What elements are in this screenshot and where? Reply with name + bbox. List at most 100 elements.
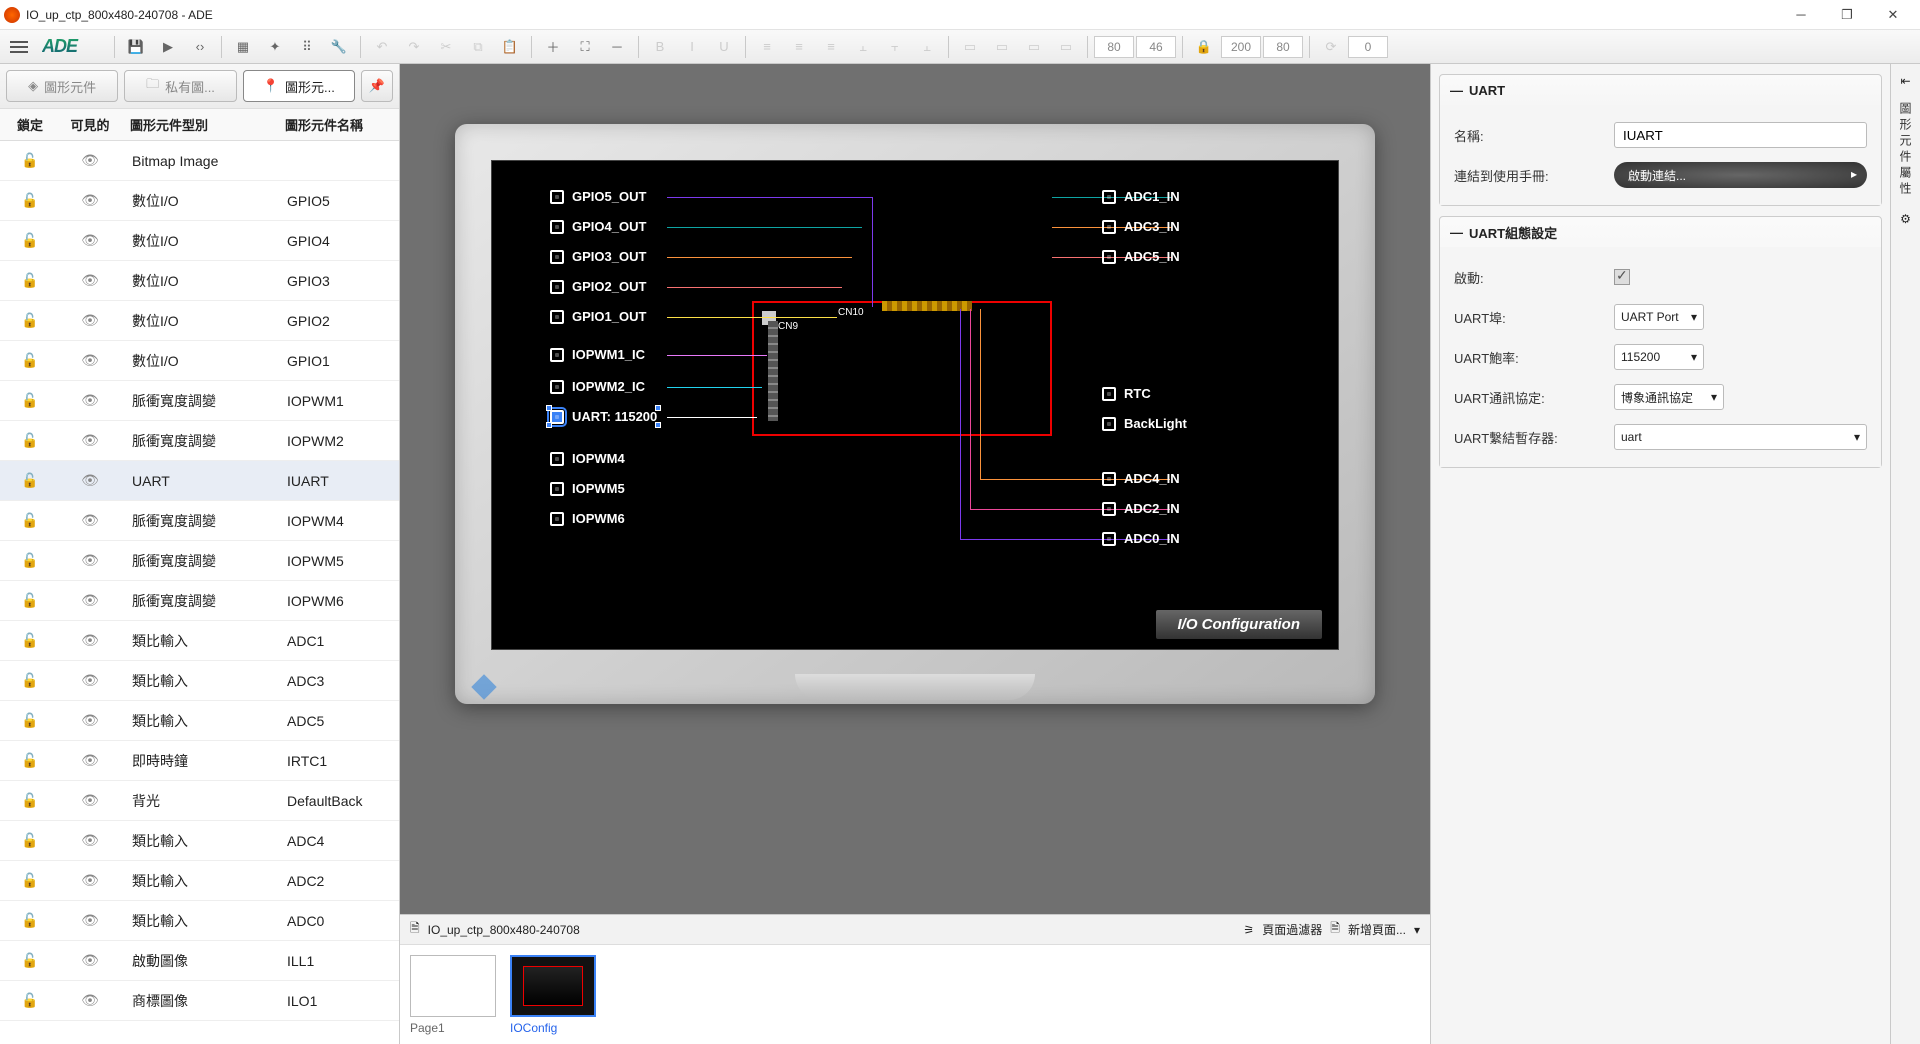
list-item[interactable]: 🔓👁類比輸入ADC3 bbox=[0, 661, 399, 701]
io-label-left[interactable]: IOPWM4 bbox=[550, 451, 625, 466]
list-item[interactable]: 🔓👁脈衝寬度調變IOPWM4 bbox=[0, 501, 399, 541]
align-left-icon[interactable]: ≡ bbox=[752, 33, 782, 61]
eye-icon[interactable]: 👁 bbox=[60, 312, 120, 329]
list-item[interactable]: 🔓👁數位I/OGPIO2 bbox=[0, 301, 399, 341]
lock-icon[interactable]: 🔓 bbox=[0, 392, 60, 409]
chevron-down-icon[interactable]: ▾ bbox=[1414, 923, 1420, 937]
redo-icon[interactable]: ↷ bbox=[399, 33, 429, 61]
lock-icon[interactable]: 🔓 bbox=[0, 312, 60, 329]
list-item[interactable]: 🔓👁UARTIUART bbox=[0, 461, 399, 501]
io-label-left[interactable]: UART: 115200 bbox=[550, 409, 657, 424]
lock-icon[interactable]: 🔓 bbox=[0, 752, 60, 769]
undo-icon[interactable]: ↶ bbox=[367, 33, 397, 61]
copy-icon[interactable]: ⧉ bbox=[463, 33, 493, 61]
front-icon[interactable]: ▭ bbox=[955, 33, 985, 61]
lock-icon[interactable]: 🔓 bbox=[0, 552, 60, 569]
io-label-right[interactable]: ADC1_IN bbox=[1102, 189, 1180, 204]
wrench-icon[interactable]: 🔧 bbox=[324, 33, 354, 61]
eye-icon[interactable]: 👁 bbox=[60, 712, 120, 729]
manual-link-button[interactable]: 啟動連結... bbox=[1614, 162, 1867, 188]
puzzle-icon[interactable]: ✦ bbox=[260, 33, 290, 61]
coord-x[interactable]: 80 bbox=[1094, 36, 1134, 58]
io-label-left[interactable]: GPIO4_OUT bbox=[550, 219, 646, 234]
eye-icon[interactable]: 👁 bbox=[60, 752, 120, 769]
eye-icon[interactable]: 👁 bbox=[60, 992, 120, 1009]
io-label-right[interactable]: ADC2_IN bbox=[1102, 501, 1180, 516]
tab-private[interactable]: 🗀私有圖... bbox=[124, 70, 236, 102]
prop-name-input[interactable] bbox=[1614, 122, 1867, 148]
eye-icon[interactable]: 👁 bbox=[60, 672, 120, 689]
io-label-left[interactable]: GPIO2_OUT bbox=[550, 279, 646, 294]
add-page[interactable]: 新增頁面... bbox=[1348, 921, 1406, 938]
protocol-select[interactable]: 博象通訊協定▾ bbox=[1614, 384, 1724, 410]
lock-icon[interactable]: 🔓 bbox=[0, 192, 60, 209]
lock-icon[interactable]: 🔓 bbox=[0, 992, 60, 1009]
zoom-out-icon[interactable]: － bbox=[602, 33, 632, 61]
lock-icon[interactable]: 🔓 bbox=[0, 472, 60, 489]
list-item[interactable]: 🔓👁脈衝寬度調變IOPWM2 bbox=[0, 421, 399, 461]
eye-icon[interactable]: 👁 bbox=[60, 512, 120, 529]
lock-icon[interactable]: 🔓 bbox=[0, 232, 60, 249]
right-dock[interactable]: ⇤ 圖形元件屬性 ⚙ bbox=[1890, 64, 1920, 1044]
list-item[interactable]: 🔓👁背光DefaultBack bbox=[0, 781, 399, 821]
enable-checkbox[interactable] bbox=[1614, 269, 1630, 285]
lock-icon[interactable]: 🔓 bbox=[0, 912, 60, 929]
italic-icon[interactable]: I bbox=[677, 33, 707, 61]
back-icon[interactable]: ▭ bbox=[987, 33, 1017, 61]
eye-icon[interactable]: 👁 bbox=[60, 152, 120, 169]
baud-select[interactable]: 115200▾ bbox=[1614, 344, 1704, 370]
eye-icon[interactable]: 👁 bbox=[60, 952, 120, 969]
io-label-right[interactable]: BackLight bbox=[1102, 416, 1187, 431]
port-select[interactable]: UART Port▾ bbox=[1614, 304, 1704, 330]
settings-icon[interactable]: ⚙ bbox=[1900, 212, 1911, 226]
eye-icon[interactable]: 👁 bbox=[60, 832, 120, 849]
paste-icon[interactable]: 📋 bbox=[495, 33, 525, 61]
filter-icon[interactable]: ⚞ bbox=[1244, 923, 1255, 937]
io-label-right[interactable]: ADC0_IN bbox=[1102, 531, 1180, 546]
tab-widgets[interactable]: ◈圖形元件 bbox=[6, 70, 118, 102]
eye-icon[interactable]: 👁 bbox=[60, 792, 120, 809]
code-icon[interactable]: ‹› bbox=[185, 33, 215, 61]
io-label-right[interactable]: ADC5_IN bbox=[1102, 249, 1180, 264]
play-icon[interactable]: ▶ bbox=[153, 33, 183, 61]
save-icon[interactable]: 💾 bbox=[121, 33, 151, 61]
lock-icon[interactable]: 🔓 bbox=[0, 272, 60, 289]
minimize-button[interactable]: ─ bbox=[1778, 1, 1824, 29]
lock-wh-icon[interactable]: 🔒 bbox=[1189, 33, 1219, 61]
io-label-right[interactable]: ADC4_IN bbox=[1102, 471, 1180, 486]
cut-icon[interactable]: ✂ bbox=[431, 33, 461, 61]
io-label-left[interactable]: IOPWM5 bbox=[550, 481, 625, 496]
page-thumb[interactable]: Page1 bbox=[410, 955, 496, 1034]
grid-icon[interactable]: ▦ bbox=[228, 33, 258, 61]
apps-icon[interactable]: ⠿ bbox=[292, 33, 322, 61]
eye-icon[interactable]: 👁 bbox=[60, 552, 120, 569]
lock-icon[interactable]: 🔓 bbox=[0, 152, 60, 169]
lock-icon[interactable]: 🔓 bbox=[0, 672, 60, 689]
expand-icon[interactable]: ⇤ bbox=[1900, 74, 1910, 88]
rotate-icon[interactable]: ⟳ bbox=[1316, 33, 1346, 61]
lock-icon[interactable]: 🔓 bbox=[0, 832, 60, 849]
list-item[interactable]: 🔓👁數位I/OGPIO5 bbox=[0, 181, 399, 221]
eye-icon[interactable]: 👁 bbox=[60, 392, 120, 409]
list-item[interactable]: 🔓👁數位I/OGPIO1 bbox=[0, 341, 399, 381]
tab-shapes[interactable]: 📍圖形元... bbox=[243, 70, 355, 102]
eye-icon[interactable]: 👁 bbox=[60, 592, 120, 609]
list-item[interactable]: 🔓👁類比輸入ADC2 bbox=[0, 861, 399, 901]
list-item[interactable]: 🔓👁即時時鐘IRTC1 bbox=[0, 741, 399, 781]
coord-y[interactable]: 46 bbox=[1136, 36, 1176, 58]
eye-icon[interactable]: 👁 bbox=[60, 912, 120, 929]
list-item[interactable]: 🔓👁脈衝寬度調變IOPWM6 bbox=[0, 581, 399, 621]
maximize-button[interactable]: ❐ bbox=[1824, 1, 1870, 29]
lock-icon[interactable]: 🔓 bbox=[0, 592, 60, 609]
io-label-left[interactable]: IOPWM2_IC bbox=[550, 379, 645, 394]
align-middle-icon[interactable]: ⫟ bbox=[880, 33, 910, 61]
eye-icon[interactable]: 👁 bbox=[60, 352, 120, 369]
list-item[interactable]: 🔓👁商標圖像ILO1 bbox=[0, 981, 399, 1021]
align-bottom-icon[interactable]: ⫠ bbox=[912, 33, 942, 61]
section-uart-header[interactable]: —UART bbox=[1440, 75, 1881, 105]
io-label-left[interactable]: GPIO1_OUT bbox=[550, 309, 646, 324]
list-item[interactable]: 🔓👁脈衝寬度調變IOPWM1 bbox=[0, 381, 399, 421]
list-item[interactable]: 🔓👁類比輸入ADC4 bbox=[0, 821, 399, 861]
menu-button[interactable] bbox=[4, 32, 34, 62]
device-screen[interactable]: CN9 CN10 bbox=[491, 160, 1339, 650]
